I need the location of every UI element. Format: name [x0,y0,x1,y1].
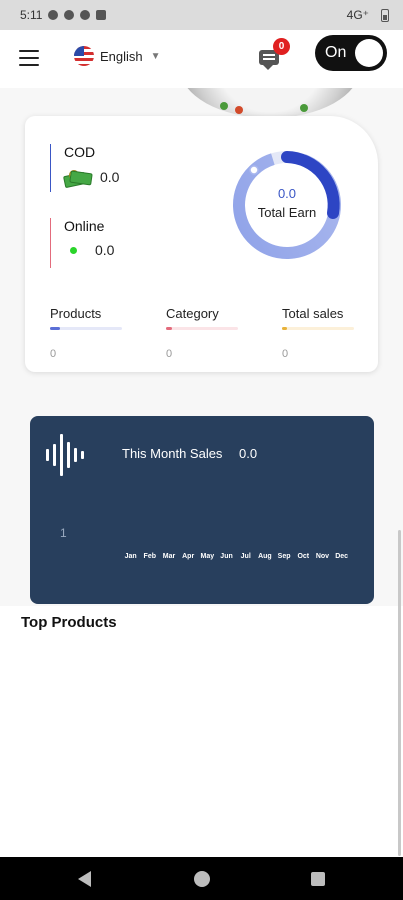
top-products-section: Top Products [0,606,403,857]
notification-badge: 0 [273,38,290,55]
month-label: Jan [124,553,137,560]
month-label: Aug [258,553,272,560]
month-label: Jul [240,553,251,560]
metric-bar [50,327,122,330]
metric-label: Category [166,306,219,321]
app-notification-icon [96,10,107,20]
month-label: May [200,553,215,560]
month-label: Jun [220,553,233,560]
online-toggle[interactable]: On [315,35,387,71]
toggle-label: On [325,44,347,61]
system-nav-bar [0,857,403,900]
sales-title: This Month Sales [122,446,223,461]
banner-image [0,88,403,118]
month-label: Feb [143,553,156,560]
notification-bell-icon [80,10,91,20]
metric-value: 0 [50,348,57,360]
status-time: 5:11 [20,8,43,22]
metric-total-sales: Total sales 0 [282,306,354,360]
home-icon[interactable] [194,871,210,887]
metric-label: Products [50,306,102,321]
top-products-title: Top Products [21,614,117,631]
month-label: Oct [297,553,310,560]
status-bar: 5:11 4G⁺ [0,0,403,30]
language-selector[interactable]: English ▼ [74,46,161,66]
online-value: 0.0 [95,242,115,258]
month-label: Apr [182,553,195,560]
cod-block: COD 0.0 [50,144,119,192]
us-flag-icon [74,46,94,66]
sound-wave-icon [44,434,84,476]
y-axis-tick: 1 [60,526,67,540]
chevron-down-icon: ▼ [150,50,161,62]
sales-value: 0.0 [239,446,258,461]
cash-icon [62,168,93,189]
recent-apps-icon[interactable] [311,872,325,886]
metric-label: Total sales [282,306,344,321]
messenger-icon [48,10,59,20]
cod-label: COD [64,144,96,160]
online-dot-icon [70,246,77,254]
metric-bar [282,327,354,330]
month-label: Dec [335,553,349,560]
metric-value: 0 [282,348,289,360]
metric-value: 0 [166,348,173,360]
total-earn-text: 0.0 Total Earn [229,186,345,220]
hamburger-menu-icon[interactable] [19,50,39,66]
month-label: Sep [277,553,291,560]
back-icon[interactable] [78,871,91,887]
month-axis: Jan Feb Mar Apr May Jun Jul Aug Sep Oct … [121,553,351,560]
toggle-knob [355,39,383,67]
language-label: English [100,48,143,64]
total-earn-label: Total Earn [257,205,317,220]
metric-bar [166,327,238,330]
battery-icon [381,8,389,22]
month-label: Nov [315,553,330,560]
month-label: Mar [162,553,176,560]
network-type: 4G⁺ [346,8,369,22]
app-header: English ▼ 0 On [0,30,403,88]
scrollbar[interactable] [398,530,401,856]
snapchat-icon [64,10,75,20]
food-plate-image [180,88,360,118]
monthly-sales-panel: This Month Sales 0.0 1 Jan Feb Mar Apr M… [30,416,374,604]
cod-value: 0.0 [100,169,120,185]
metric-category: Category 0 [166,306,238,360]
stats-card: COD 0.0 Online 0.0 0.0 Total Earn Produc… [25,116,378,372]
online-block: Online 0.0 [50,218,114,268]
online-label: Online [64,218,105,234]
total-earn-value: 0.0 [277,186,297,201]
metric-products: Products 0 [50,306,122,360]
